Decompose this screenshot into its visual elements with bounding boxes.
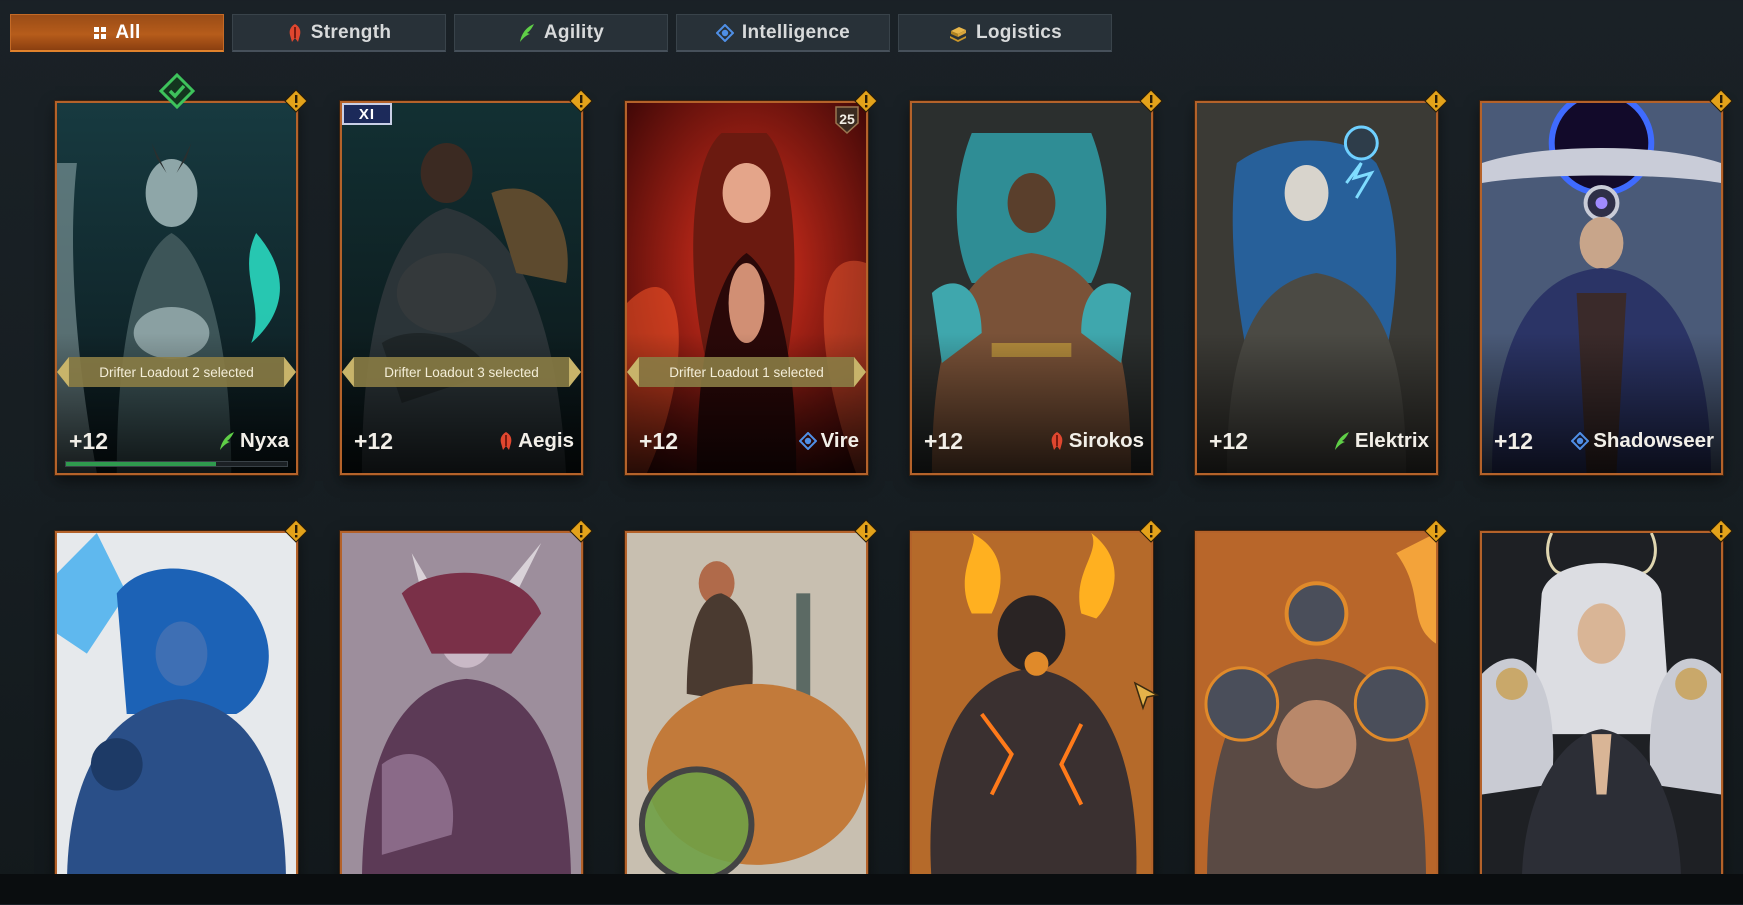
hero-portrait xyxy=(1197,533,1436,885)
tab-logistics[interactable]: Logistics xyxy=(898,14,1112,52)
upgrade-diamond-icon xyxy=(284,89,308,113)
tab-label: Logistics xyxy=(975,21,1063,43)
hero-level: +12 xyxy=(69,428,109,454)
hero-name: Nyxa xyxy=(239,429,289,452)
hero-level: +12 xyxy=(1494,428,1534,454)
intelligence-icon xyxy=(1571,432,1590,450)
upgrade-diamond-icon xyxy=(569,519,593,543)
loadout-label: Drifter Loadout 3 selected xyxy=(384,365,539,380)
hero-name: Shadowseer xyxy=(1593,429,1714,452)
intelligence-icon xyxy=(715,23,734,42)
hero-name: Sirokos xyxy=(1068,429,1144,452)
upgrade-diamond-icon xyxy=(854,519,878,543)
hero-card-fire[interactable] xyxy=(910,519,1163,885)
upgrade-diamond-icon xyxy=(1709,519,1733,543)
xp-progress-fill xyxy=(66,462,217,466)
rank-value: 25 xyxy=(839,111,855,127)
hero-nameplate: Sirokos xyxy=(1049,429,1144,453)
tab-label: Agility xyxy=(543,21,605,43)
hero-card-nyxa[interactable]: Drifter Loadout 2 selected +12 Nyxa xyxy=(55,73,308,475)
tab-intelligence[interactable]: Intelligence xyxy=(676,14,890,52)
hero-portrait xyxy=(57,533,296,885)
hero-nameplate: Vire xyxy=(798,429,859,453)
tab-label: All xyxy=(115,21,141,43)
hero-portrait xyxy=(1482,533,1721,885)
hero-card-ice[interactable] xyxy=(55,519,308,885)
hero-card-grid: Drifter Loadout 2 selected +12 Nyxa XI D… xyxy=(55,73,1733,905)
hero-nameplate: Nyxa xyxy=(218,429,289,453)
tab-strength[interactable]: Strength xyxy=(232,14,446,52)
xp-progress-bar xyxy=(65,461,288,467)
hero-level: +12 xyxy=(1209,428,1249,454)
hero-nameplate: Aegis xyxy=(498,429,574,453)
agility-icon xyxy=(518,23,536,43)
upgrade-diamond-icon xyxy=(854,89,878,113)
agility-icon xyxy=(218,430,236,452)
hero-card-horned[interactable] xyxy=(340,519,593,885)
upgrade-diamond-icon xyxy=(1709,89,1733,113)
hero-card-sirokos[interactable]: +12 Sirokos xyxy=(910,89,1163,475)
hero-card-priestess[interactable] xyxy=(1480,519,1733,885)
intelligence-icon xyxy=(798,432,817,450)
hero-card-shadowseer[interactable]: +12 Shadowseer xyxy=(1480,89,1733,475)
selected-check-icon xyxy=(159,73,195,109)
strength-icon xyxy=(498,430,514,452)
loadout-banner: Drifter Loadout 3 selected xyxy=(342,357,581,387)
tab-all[interactable]: All xyxy=(10,14,224,52)
loadout-banner: Drifter Loadout 2 selected xyxy=(57,357,296,387)
bottom-bar xyxy=(0,874,1743,904)
logistics-icon xyxy=(948,24,968,42)
strength-icon xyxy=(1049,430,1065,452)
hero-level: +12 xyxy=(354,428,394,454)
attribute-filter-tabs: All Strength Agility Intelligence Logist… xyxy=(10,14,1112,52)
agility-icon xyxy=(1333,430,1351,452)
upgrade-diamond-icon xyxy=(1139,89,1163,113)
mouse-cursor-icon xyxy=(1133,681,1159,711)
hero-card-aegis[interactable]: XI Drifter Loadout 3 selected +12 Aegis xyxy=(340,89,593,475)
hero-name: Elektrix xyxy=(1354,429,1429,452)
hero-card-elektrix[interactable]: +12 Elektrix xyxy=(1195,89,1448,475)
rank-badge: XI xyxy=(342,103,392,125)
hero-card-rider[interactable] xyxy=(625,519,878,885)
strength-icon xyxy=(287,23,303,43)
hero-name: Aegis xyxy=(518,429,574,452)
loadout-label: Drifter Loadout 2 selected xyxy=(99,365,254,380)
upgrade-diamond-icon xyxy=(1139,519,1163,543)
grid-icon xyxy=(93,26,107,40)
loadout-label: Drifter Loadout 1 selected xyxy=(669,365,824,380)
upgrade-diamond-icon xyxy=(1424,519,1448,543)
hero-card-mech[interactable] xyxy=(1195,519,1448,885)
hero-portrait xyxy=(912,533,1151,885)
upgrade-diamond-icon xyxy=(1424,89,1448,113)
hero-nameplate: Elektrix xyxy=(1333,429,1429,453)
hero-portrait xyxy=(342,533,581,885)
loadout-banner: Drifter Loadout 1 selected xyxy=(627,357,866,387)
hero-level: +12 xyxy=(924,428,964,454)
hero-nameplate: Shadowseer xyxy=(1571,429,1714,453)
tab-agility[interactable]: Agility xyxy=(454,14,668,52)
hero-name: Vire xyxy=(820,429,859,452)
tab-label: Intelligence xyxy=(741,21,851,43)
hero-card-vire[interactable]: 25 Drifter Loadout 1 selected +12 Vire xyxy=(625,89,878,475)
upgrade-diamond-icon xyxy=(284,519,308,543)
hero-portrait xyxy=(627,533,866,885)
tab-label: Strength xyxy=(310,21,392,43)
hero-level: +12 xyxy=(639,428,679,454)
upgrade-diamond-icon xyxy=(569,89,593,113)
